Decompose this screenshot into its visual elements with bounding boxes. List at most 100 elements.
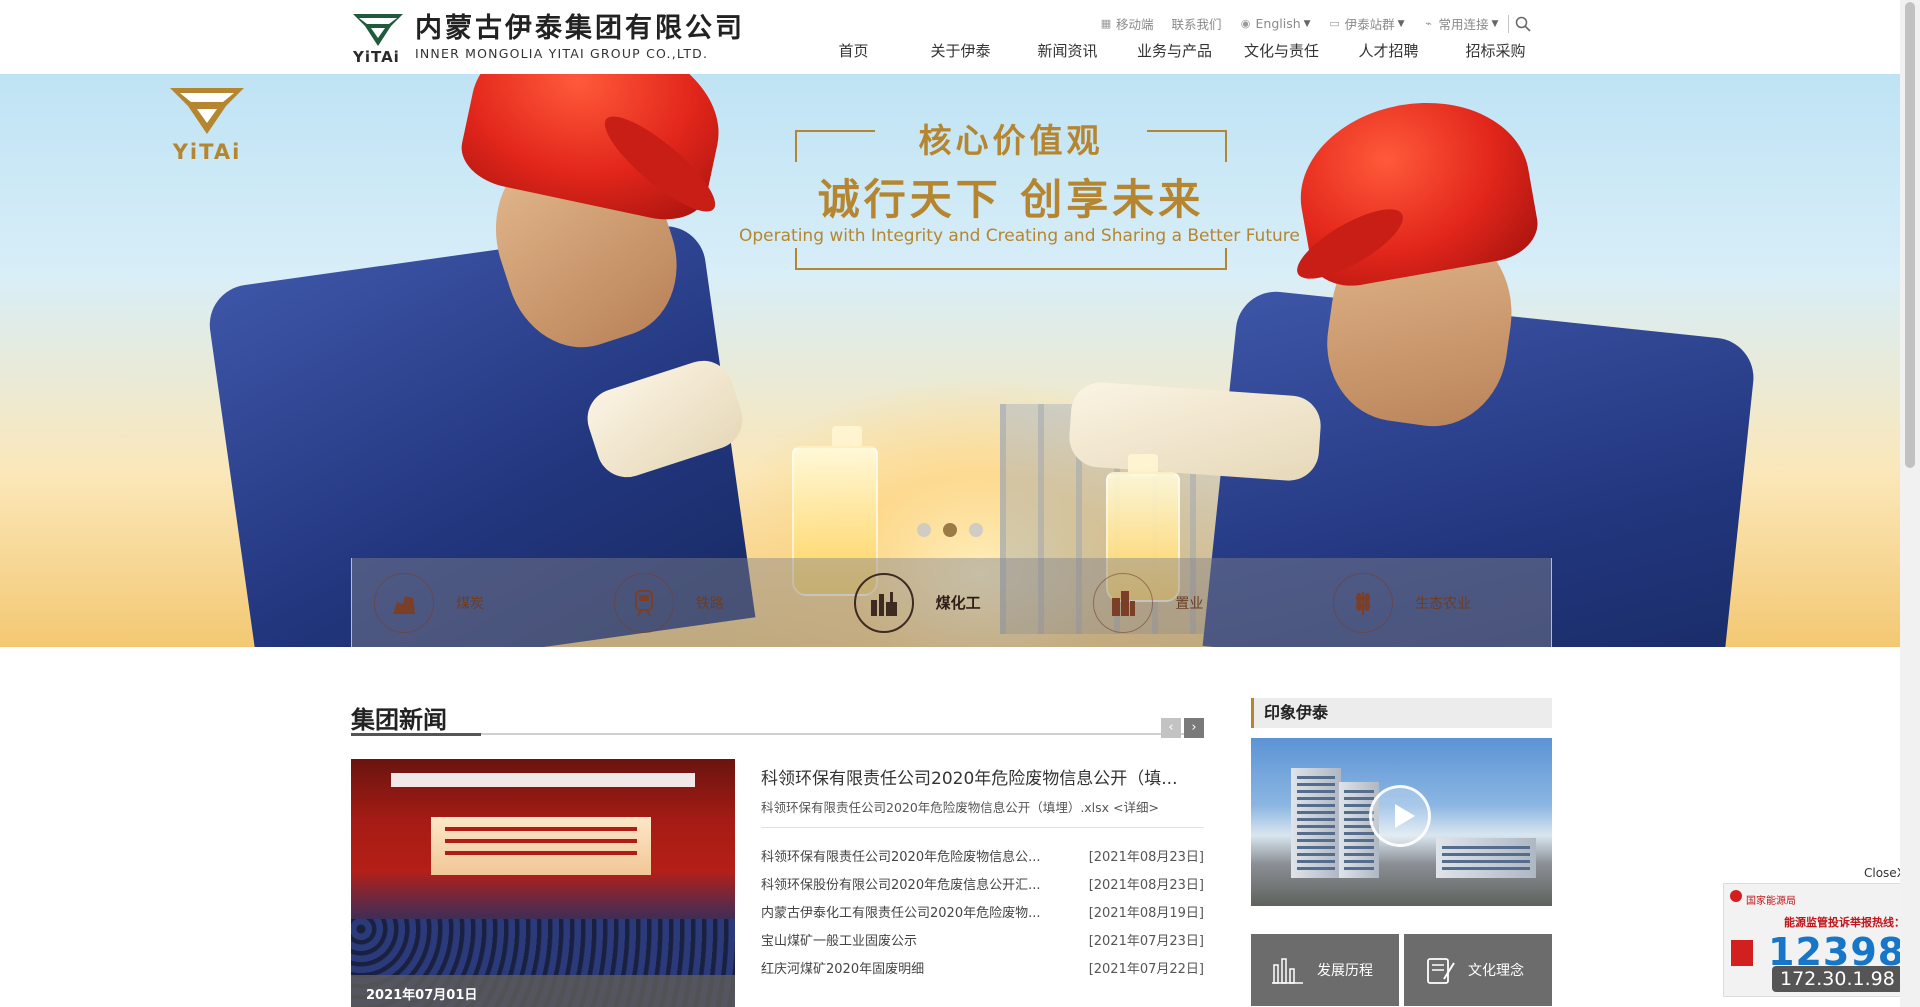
nav-news[interactable]: 新闻资讯 [1014,40,1121,61]
coal-icon [374,572,434,633]
core-values-slogan: 核心价值观 诚行天下 创享未来 Operating with Integrity… [739,121,1300,270]
util-contact[interactable]: 联系我们 [1172,14,1222,33]
site-header: YiTAi 内蒙古伊泰集团有限公司 INNER MONGOLIA YITAI G… [0,0,1900,74]
site-logo[interactable]: YiTAi 内蒙古伊泰集团有限公司 INNER MONGOLIA YITAI G… [351,10,745,66]
util-mobile-label: 移动端 [1116,17,1154,32]
util-site-group-label: 伊泰站群 [1344,17,1395,32]
impression-title: 印象伊泰 [1264,703,1329,722]
globe-icon: ◉ [1240,16,1251,30]
caret-down-icon: ▼ [1397,18,1405,29]
slogan-title: 核心价值观 [918,121,1104,160]
company-name-cn: 内蒙古伊泰集团有限公司 [415,13,745,44]
news-item-date: [2021年08月19日] [1088,906,1204,921]
news-list: 科领环保有限责任公司2020年危险废物信息公... [2021年08月23日] … [761,846,1204,986]
slogan-main: 诚行天下 创享未来 [817,175,1205,224]
hotline-float-ad[interactable]: 国家能源局 能源监管投诉举报热线： 12398 172.30.1.98 [1723,883,1905,997]
biz-coal[interactable]: 煤炭 [352,558,592,647]
caret-down-icon: ▼ [1491,18,1499,29]
news-list-item[interactable]: 科领环保股份有限公司2020年危废信息公开汇... [2021年08月23日] [761,874,1204,902]
util-english-label: English [1255,16,1301,31]
news-list-item[interactable]: 科领环保有限责任公司2020年危险废物信息公... [2021年08月23日] [761,846,1204,874]
news-item-title: 科领环保股份有限公司2020年危废信息公开汇... [761,878,1041,893]
news-item-date: [2021年07月23日] [1088,934,1204,949]
yitai-logo-icon: YiTAi [351,10,405,66]
notebook-icon [1427,958,1455,984]
link-icon: ⌁ [1425,16,1432,30]
nav-business[interactable]: 业务与产品 [1121,40,1228,61]
news-header: 集团新闻 ‹ › [351,700,1204,738]
national-emblem-icon [1730,890,1742,902]
carousel-dot-2[interactable] [943,523,957,537]
news-item-title: 宝山煤矿一般工业固废公示 [761,934,918,949]
mobile-icon: ▦ [1100,16,1112,30]
main-nav: 首页 关于伊泰 新闻资讯 业务与产品 文化与责任 人才招聘 招标采购 [800,40,1549,61]
logo-mark-text: YiTAi [353,48,400,66]
featured-news-desc-text: 科领环保有限责任公司2020年危险废物信息公开（填埋）.xlsx [761,800,1110,815]
banner-logo: YiTAi [168,82,246,164]
buildings-icon [1093,572,1154,633]
impression-header: 印象伊泰 [1251,698,1552,728]
yitai-gold-logo-icon [170,88,244,134]
biz-railway[interactable]: 铁路 [592,558,832,647]
news-photo[interactable]: 2021年07月01日 [351,759,735,1007]
util-contact-label: 联系我们 [1171,17,1222,32]
news-list-item[interactable]: 内蒙古伊泰化工有限责任公司2020年危险废物... [2021年08月19日] [761,902,1204,930]
video-player[interactable] [1251,738,1552,906]
photo-date: 2021年07月01日 [366,988,478,1003]
next-arrow-icon[interactable]: › [1184,718,1204,738]
biz-eco-agriculture[interactable]: 生态农业 [1311,558,1551,647]
news-item-date: [2021年08月23日] [1088,850,1204,865]
featured-news-more-link[interactable]: <详细> [1113,800,1159,815]
news-section-title: 集团新闻 [351,705,447,734]
featured-news-title[interactable]: 科领环保有限责任公司2020年危险废物信息公开（填... [761,764,1204,789]
ad-hotline-label: 能源监管投诉举报热线： [1784,916,1905,929]
news-item-date: [2021年08月23日] [1088,878,1204,893]
news-item-title: 内蒙古伊泰化工有限责任公司2020年危险废物... [761,906,1041,921]
util-site-group[interactable]: ▭ 伊泰站群 ▼ [1329,14,1405,33]
util-mobile[interactable]: ▦ 移动端 [1100,14,1154,33]
util-english[interactable]: ◉ English ▼ [1240,16,1311,31]
search-icon[interactable] [1515,16,1532,32]
utility-divider [1508,14,1510,33]
slogan-english: Operating with Integrity and Creating an… [739,226,1300,246]
nav-procurement[interactable]: 招标采购 [1442,40,1549,61]
bar-chart-icon [1272,958,1303,984]
page: YiTAi 内蒙古伊泰集团有限公司 INNER MONGOLIA YITAI G… [0,0,1920,1007]
biz-eco-agriculture-label: 生态农业 [1415,595,1472,612]
caret-down-icon: ▼ [1303,18,1311,29]
scrollbar-thumb[interactable] [1905,2,1915,468]
biz-coal-label: 煤炭 [456,595,484,612]
tile-history[interactable]: 发展历程 [1251,934,1399,1006]
biz-coal-chemical[interactable]: 煤化工 [832,558,1072,647]
biz-railway-label: 铁路 [695,595,724,612]
util-links[interactable]: ⌁ 常用连接 ▼ [1423,14,1499,33]
float-ad-close-button[interactable]: CloseX [1864,866,1905,880]
impression-section: 印象伊泰 发展历程 文化理念 [1251,698,1552,1006]
play-icon[interactable] [1369,785,1431,847]
ip-overlay: 172.30.1.98 [1772,966,1903,992]
nav-home[interactable]: 首页 [800,40,907,61]
business-bar: 煤炭 铁路 煤化工 置业 生态农业 [351,558,1552,647]
phone-icon [1731,940,1753,966]
nav-careers[interactable]: 人才招聘 [1335,40,1442,61]
carousel-dots [917,523,995,537]
biz-real-estate-label: 置业 [1175,595,1204,612]
news-pager: ‹ › [1158,718,1204,738]
news-list-item[interactable]: 红庆河煤矿2020年固废明细 [2021年07月22日] [761,958,1204,986]
carousel-dot-1[interactable] [917,523,931,537]
news-item-title: 红庆河煤矿2020年固废明细 [761,962,925,977]
news-list-item[interactable]: 宝山煤矿一般工业固废公示 [2021年07月23日] [761,930,1204,958]
wheat-icon [1333,572,1394,633]
tile-culture[interactable]: 文化理念 [1404,934,1552,1006]
carousel-dot-3[interactable] [969,523,983,537]
prev-arrow-icon[interactable]: ‹ [1161,718,1181,738]
nav-about[interactable]: 关于伊泰 [907,40,1014,61]
nav-culture[interactable]: 文化与责任 [1228,40,1335,61]
tile-history-label: 发展历程 [1317,963,1373,979]
chemical-plant-icon [853,572,914,633]
ad-org-name: 国家能源局 [1746,896,1796,907]
page-scrollbar[interactable] [1900,0,1920,1007]
group-news-section: 集团新闻 ‹ › 2021年07月01日 科领环保有限责任公司2020年危险废物… [351,700,1204,1007]
biz-real-estate[interactable]: 置业 [1071,558,1311,647]
banner-logo-text: YiTAi [172,140,242,164]
